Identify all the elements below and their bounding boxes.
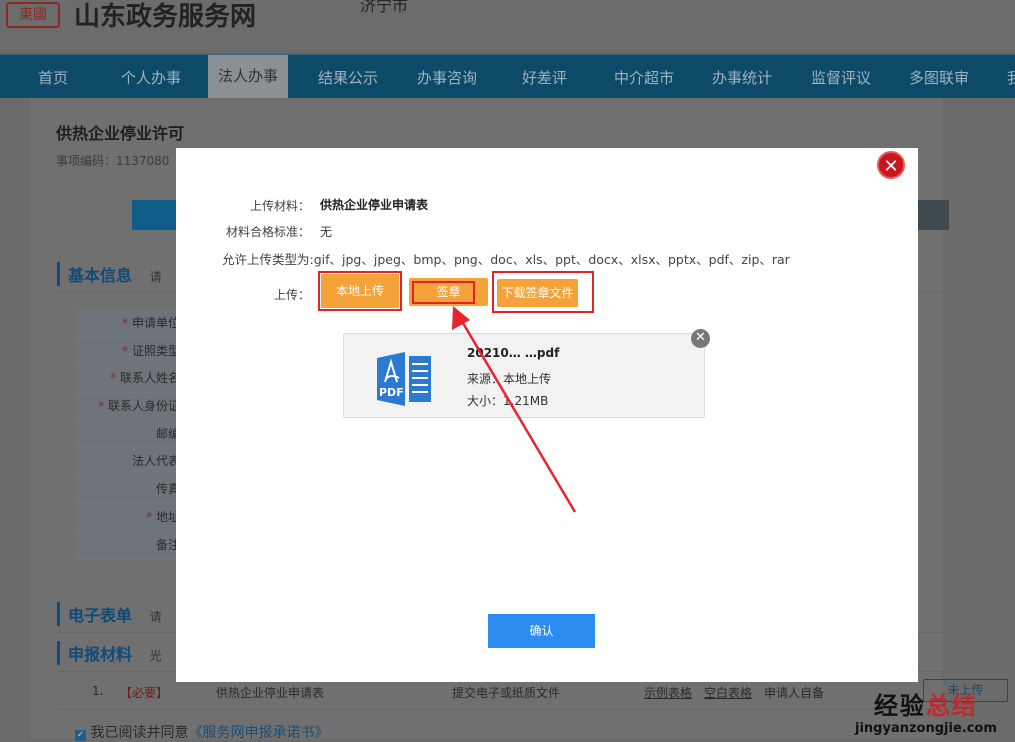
watermark: 经验总结 jingyanzongjie.com: [855, 686, 997, 736]
watermark-text: 经验: [873, 692, 926, 720]
confirm-button[interactable]: 确认: [488, 614, 595, 648]
watermark-text: 总结: [925, 692, 978, 720]
watermark-url: jingyanzongjie.com: [855, 721, 997, 736]
